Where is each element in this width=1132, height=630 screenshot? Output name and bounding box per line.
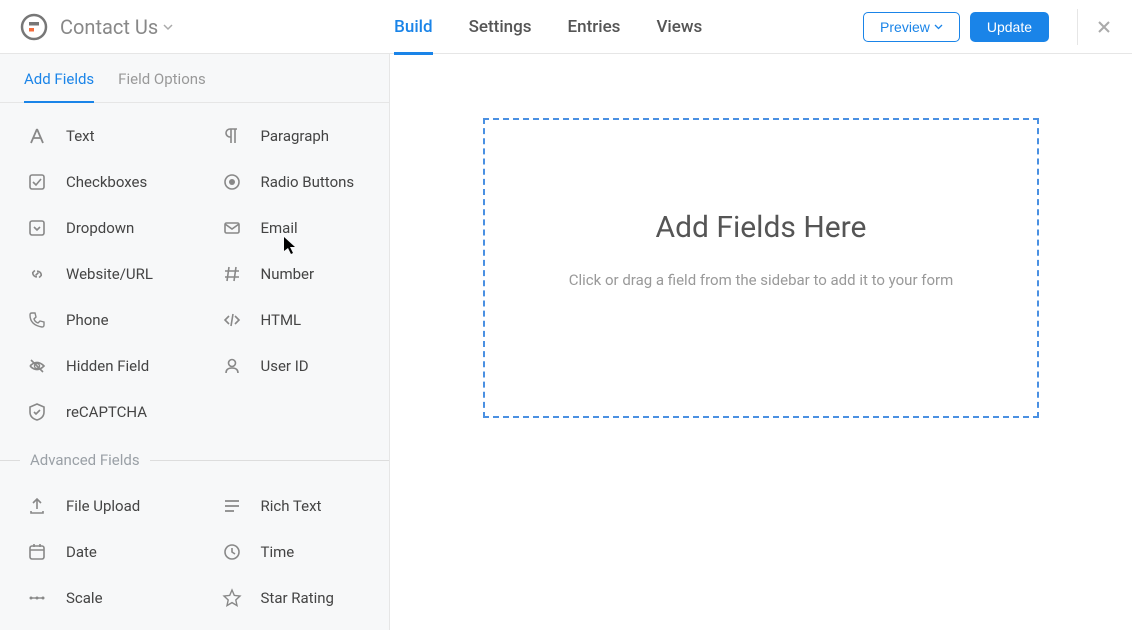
field-radio-buttons[interactable]: Radio Buttons — [195, 159, 390, 205]
email-icon — [221, 217, 243, 239]
form-title-dropdown[interactable]: Contact Us — [60, 15, 174, 39]
richtext-icon — [221, 495, 243, 517]
field-html[interactable]: HTML — [195, 297, 390, 343]
sidebar-tabs: Add Fields Field Options — [0, 54, 389, 103]
close-icon — [1096, 19, 1112, 35]
checkbox-icon — [26, 171, 48, 193]
form-title-text: Contact Us — [60, 15, 158, 39]
tab-settings[interactable]: Settings — [469, 0, 532, 54]
dropzone-title: Add Fields Here — [656, 210, 867, 245]
sidebar-tab-field-options[interactable]: Field Options — [118, 54, 206, 102]
field-number[interactable]: Number — [195, 251, 390, 297]
fields-list: Text Paragraph Checkboxes Radio Buttons … — [0, 103, 389, 630]
shield-icon — [26, 401, 48, 423]
calendar-icon — [26, 541, 48, 563]
preview-button[interactable]: Preview — [863, 12, 960, 42]
field-user-id[interactable]: User ID — [195, 343, 390, 389]
form-canvas: Add Fields Here Click or drag a field fr… — [390, 54, 1132, 630]
advanced-fields-label: Advanced Fields — [20, 451, 150, 469]
field-email[interactable]: Email — [195, 205, 390, 251]
field-phone[interactable]: Phone — [0, 297, 195, 343]
tab-views[interactable]: Views — [656, 0, 702, 54]
link-icon — [26, 263, 48, 285]
sidebar-tab-add-fields[interactable]: Add Fields — [24, 54, 94, 102]
field-time[interactable]: Time — [195, 529, 390, 575]
advanced-fields-section: Advanced Fields — [0, 451, 389, 469]
field-hidden[interactable]: Hidden Field — [0, 343, 195, 389]
hash-icon — [221, 263, 243, 285]
user-icon — [221, 355, 243, 377]
update-button[interactable]: Update — [970, 12, 1049, 42]
field-date[interactable]: Date — [0, 529, 195, 575]
text-icon — [26, 125, 48, 147]
scale-icon — [26, 587, 48, 609]
chevron-down-icon — [162, 21, 174, 33]
dropdown-icon — [26, 217, 48, 239]
field-text[interactable]: Text — [0, 113, 195, 159]
caret-down-icon — [934, 22, 943, 31]
radio-icon — [221, 171, 243, 193]
field-checkboxes[interactable]: Checkboxes — [0, 159, 195, 205]
clock-icon — [221, 541, 243, 563]
header-actions: Preview Update — [863, 9, 1112, 45]
field-dropdown[interactable]: Dropdown — [0, 205, 195, 251]
close-button[interactable] — [1077, 9, 1112, 45]
header: Contact Us Build Settings Entries Views … — [0, 0, 1132, 54]
upload-icon — [26, 495, 48, 517]
field-file-upload[interactable]: File Upload — [0, 483, 195, 529]
paragraph-icon — [221, 125, 243, 147]
tab-entries[interactable]: Entries — [568, 0, 621, 54]
app-logo — [20, 13, 48, 41]
hidden-icon — [26, 355, 48, 377]
field-recaptcha[interactable]: reCAPTCHA — [0, 389, 195, 435]
workspace: Add Fields Field Options Text Paragraph … — [0, 54, 1132, 630]
field-rich-text[interactable]: Rich Text — [195, 483, 390, 529]
dropzone-subtitle: Click or drag a field from the sidebar t… — [569, 271, 954, 289]
main-tabs: Build Settings Entries Views — [394, 0, 702, 54]
field-website-url[interactable]: Website/URL — [0, 251, 195, 297]
field-star-rating[interactable]: Star Rating — [195, 575, 390, 621]
field-paragraph[interactable]: Paragraph — [195, 113, 390, 159]
phone-icon — [26, 309, 48, 331]
sidebar: Add Fields Field Options Text Paragraph … — [0, 54, 390, 630]
dropzone[interactable]: Add Fields Here Click or drag a field fr… — [483, 118, 1039, 418]
tab-build[interactable]: Build — [394, 0, 432, 54]
code-icon — [221, 309, 243, 331]
field-scale[interactable]: Scale — [0, 575, 195, 621]
star-icon — [221, 587, 243, 609]
